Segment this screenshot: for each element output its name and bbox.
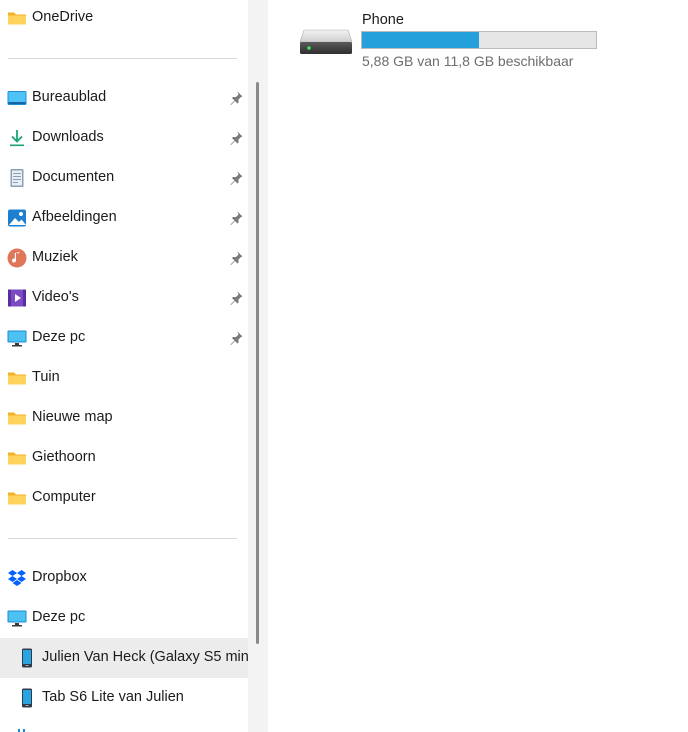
- sidebar-item-label: Julien Van Heck (Galaxy S5 mini): [42, 649, 248, 665]
- pin-icon[interactable]: [228, 130, 244, 146]
- folder-icon: [8, 412, 26, 425]
- sidebar-item-label: Muziek: [32, 249, 78, 265]
- storage-usage-bar: [361, 31, 597, 49]
- music-icon: [7, 248, 27, 268]
- hard-drive-icon: [299, 29, 353, 54]
- drive-free-space: 5,88 GB van 11,8 GB beschikbaar: [362, 53, 574, 69]
- pin-icon[interactable]: [228, 170, 244, 186]
- sidebar-item-downloads[interactable]: Downloads: [0, 118, 248, 158]
- sidebar-item-nieuwe-map[interactable]: Nieuwe map: [0, 398, 248, 438]
- navigation-pane: OneDrive Bureaublad Downloads Documenten…: [0, 0, 248, 732]
- sidebar-item-deze-pc-pinned[interactable]: Deze pc: [0, 318, 248, 358]
- video-icon: [8, 289, 26, 307]
- folder-icon: [8, 12, 26, 25]
- sidebar-item-deze-pc[interactable]: Deze pc: [0, 598, 248, 638]
- folder-icon: [8, 452, 26, 465]
- desktop-icon: [7, 91, 27, 105]
- sidebar-item-muziek[interactable]: Muziek: [0, 238, 248, 278]
- sidebar-item-videos[interactable]: Video's: [0, 278, 248, 318]
- sidebar-item-documenten[interactable]: Documenten: [0, 158, 248, 198]
- sidebar-item-label: Afbeeldingen: [32, 209, 117, 225]
- pin-icon[interactable]: [228, 290, 244, 306]
- drive-tile-phone[interactable]: Phone 5,88 GB van 11,8 GB beschikbaar: [298, 10, 618, 74]
- pin-icon[interactable]: [228, 330, 244, 346]
- monitor-icon: [7, 330, 27, 347]
- sidebar-item-label: Nieuwe map: [32, 409, 113, 425]
- sidebar-item-label: Video's: [32, 289, 79, 305]
- dropbox-icon: [8, 570, 26, 586]
- phone-icon: [22, 648, 32, 668]
- sidebar-item-tab-s6-lite[interactable]: Tab S6 Lite van Julien: [0, 678, 248, 718]
- sidebar-item-label: Tab S6 Lite van Julien: [42, 689, 184, 705]
- sidebar-item-bureaublad[interactable]: Bureaublad: [0, 78, 248, 118]
- folder-icon: [8, 372, 26, 385]
- divider: [8, 538, 237, 539]
- sidebar-item-label: Bureaublad: [32, 89, 107, 105]
- sidebar-item-onedrive[interactable]: OneDrive: [0, 0, 248, 38]
- sidebar-item-label: Tuin: [32, 369, 60, 385]
- sidebar-item-label: Giethoorn: [32, 449, 96, 465]
- storage-usage-fill: [362, 32, 479, 48]
- tablet-icon: [22, 688, 32, 708]
- monitor-icon: [7, 610, 27, 627]
- sidebar-item-label: Deze pc: [32, 329, 86, 345]
- pin-icon[interactable]: [228, 90, 244, 106]
- sidebar-item-computer[interactable]: Computer: [0, 478, 248, 518]
- pin-icon[interactable]: [228, 210, 244, 226]
- sidebar-item-label: Downloads: [32, 129, 104, 145]
- sidebar-item-dropbox[interactable]: Dropbox: [0, 558, 248, 598]
- sidebar-item-tuin[interactable]: Tuin: [0, 358, 248, 398]
- folder-icon: [8, 492, 26, 505]
- pin-icon[interactable]: [228, 250, 244, 266]
- sidebar-item-galaxy-s5-mini[interactable]: Julien Van Heck (Galaxy S5 mini): [0, 638, 248, 678]
- document-icon: [10, 169, 24, 187]
- content-pane: Phone 5,88 GB van 11,8 GB beschikbaar: [268, 0, 688, 732]
- sidebar-item-label: Computer: [32, 489, 96, 505]
- sidebar-scrollbar[interactable]: [256, 82, 259, 644]
- drive-name: Phone: [362, 12, 404, 28]
- pictures-icon: [8, 209, 26, 227]
- divider: [8, 58, 237, 59]
- download-icon: [10, 130, 24, 147]
- sidebar-item-giethoorn[interactable]: Giethoorn: [0, 438, 248, 478]
- partial-icon: [18, 729, 25, 732]
- sidebar-item-label: Documenten: [32, 169, 115, 185]
- sidebar-item-label: Dropbox: [32, 569, 87, 585]
- sidebar-item-label: OneDrive: [32, 9, 94, 25]
- sidebar-item-label: Deze pc: [32, 609, 86, 625]
- sidebar-item-afbeeldingen[interactable]: Afbeeldingen: [0, 198, 248, 238]
